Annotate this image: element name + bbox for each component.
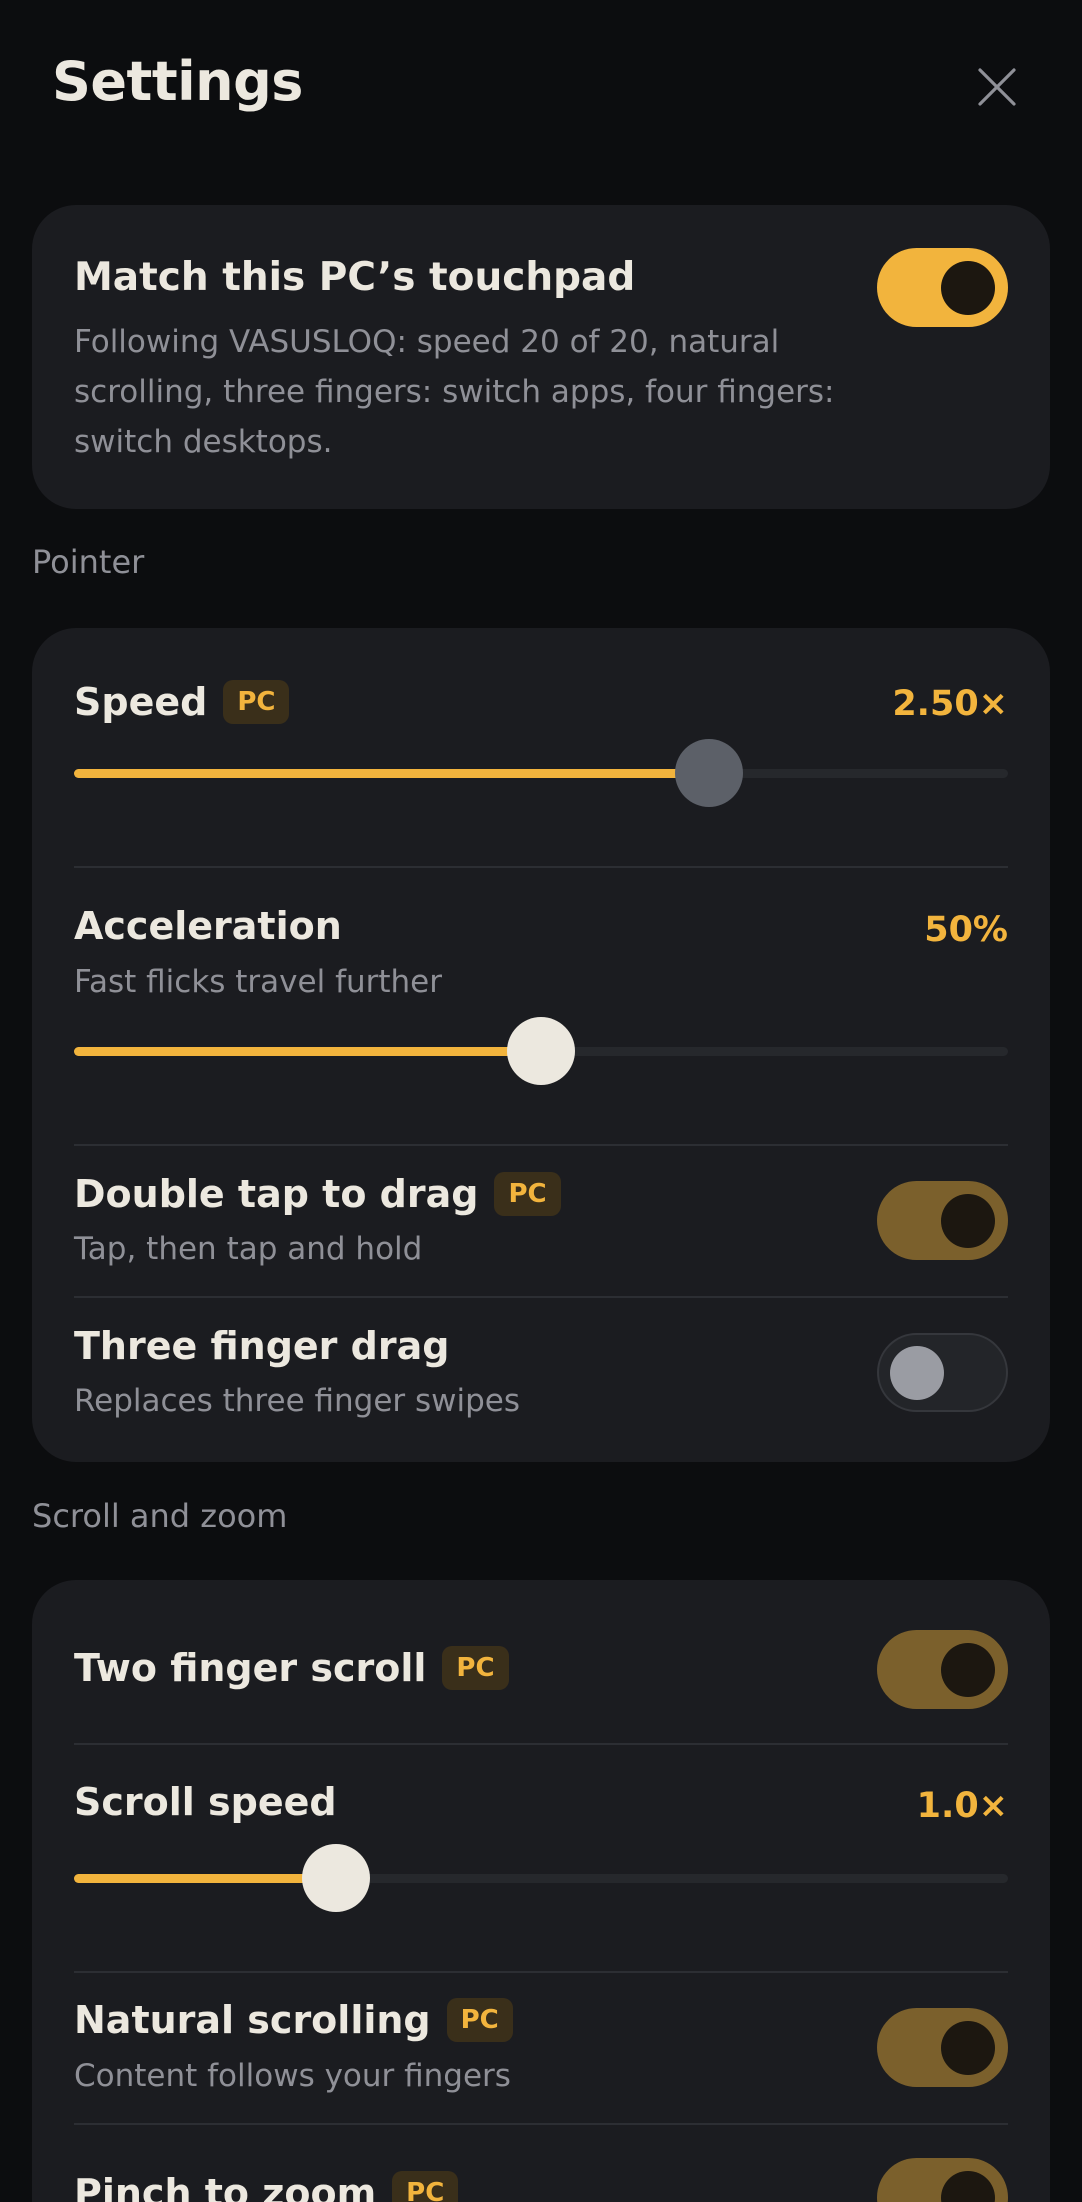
two-finger-label: Two finger scroll [74, 1646, 427, 1690]
speed-value: 2.50× [892, 684, 1008, 724]
toggle-knob [941, 2171, 995, 2202]
divider [74, 2123, 1008, 2125]
divider [74, 1743, 1008, 1745]
match-touchpad-toggle[interactable] [877, 248, 1008, 327]
pc-badge: PC [446, 1998, 513, 2042]
pc-badge: PC [442, 1646, 509, 1690]
match-touchpad-description: Following VASUSLOQ: speed 20 of 20, natu… [74, 324, 835, 460]
match-touchpad-card: Match this PC’s touchpad Following VASUS… [32, 205, 1050, 509]
scroll-speed-value: 1.0× [916, 1786, 1008, 1826]
natural-scrolling-description: Content follows your fingers [74, 2058, 511, 2094]
speed-label: Speed [74, 680, 208, 724]
slider-fill [74, 1047, 541, 1056]
double-tap-toggle[interactable] [877, 1181, 1008, 1260]
two-finger-row-title: Two finger scroll PC [74, 1646, 509, 1690]
scroll-speed-row-title: Scroll speed [74, 1780, 337, 1824]
toggle-knob [941, 1643, 995, 1697]
toggle-knob [890, 1346, 944, 1400]
divider [74, 1296, 1008, 1298]
slider-thumb[interactable] [507, 1017, 575, 1085]
slider-thumb[interactable] [675, 739, 744, 807]
double-tap-description: Tap, then tap and hold [74, 1231, 423, 1267]
settings-page: Settings Match this PC’s touchpad Follow… [0, 0, 1082, 2202]
acceleration-description: Fast flicks travel further [74, 964, 442, 1000]
pc-badge: PC [223, 680, 290, 724]
speed-row-title: Speed PC [74, 680, 290, 724]
natural-scrolling-row-title: Natural scrolling PC [74, 1998, 513, 2042]
acceleration-label: Acceleration [74, 904, 342, 948]
scroll-speed-slider[interactable] [74, 1843, 1008, 1913]
scroll-zoom-card: Two finger scroll PC Scroll speed 1.0× N… [32, 1580, 1050, 2202]
close-button[interactable] [966, 56, 1028, 118]
slider-fill [74, 769, 710, 778]
divider [74, 1144, 1008, 1146]
three-finger-toggle[interactable] [877, 1333, 1008, 1412]
section-label-pointer: Pointer [32, 543, 145, 581]
pc-badge: PC [392, 2171, 459, 2202]
header: Settings [0, 0, 1082, 170]
three-finger-description: Replaces three finger swipes [74, 1383, 521, 1419]
pointer-card: Speed PC 2.50× Acceleration 50% Fast fli… [32, 628, 1050, 1462]
double-tap-row-title: Double tap to drag PC [74, 1172, 561, 1216]
acceleration-row-title: Acceleration [74, 904, 342, 948]
match-touchpad-title: Match this PC’s touchpad [74, 255, 636, 300]
scroll-speed-label: Scroll speed [74, 1780, 337, 1824]
page-title: Settings [52, 50, 303, 113]
three-finger-row-title: Three finger drag [74, 1324, 449, 1368]
pinch-zoom-label: Pinch to zoom [74, 2171, 377, 2202]
slider-thumb[interactable] [301, 1844, 370, 1912]
speed-slider[interactable] [74, 738, 1008, 808]
toggle-knob [941, 2021, 995, 2075]
close-icon [978, 68, 1016, 106]
toggle-knob [941, 261, 995, 315]
pinch-zoom-toggle[interactable] [877, 2158, 1008, 2202]
section-label-scroll: Scroll and zoom [32, 1497, 288, 1535]
divider [74, 1971, 1008, 1973]
divider [74, 866, 1008, 868]
two-finger-toggle[interactable] [877, 1630, 1008, 1709]
acceleration-value: 50% [924, 910, 1008, 950]
three-finger-label: Three finger drag [74, 1324, 450, 1368]
acceleration-slider[interactable] [74, 1016, 1008, 1086]
double-tap-label: Double tap to drag [74, 1172, 479, 1216]
natural-scrolling-label: Natural scrolling [74, 1998, 431, 2042]
pinch-zoom-row-title: Pinch to zoom PC [74, 2171, 459, 2202]
pc-badge: PC [494, 1172, 561, 1216]
natural-scrolling-toggle[interactable] [877, 2008, 1008, 2087]
toggle-knob [941, 1194, 995, 1248]
slider-fill [74, 1874, 336, 1883]
